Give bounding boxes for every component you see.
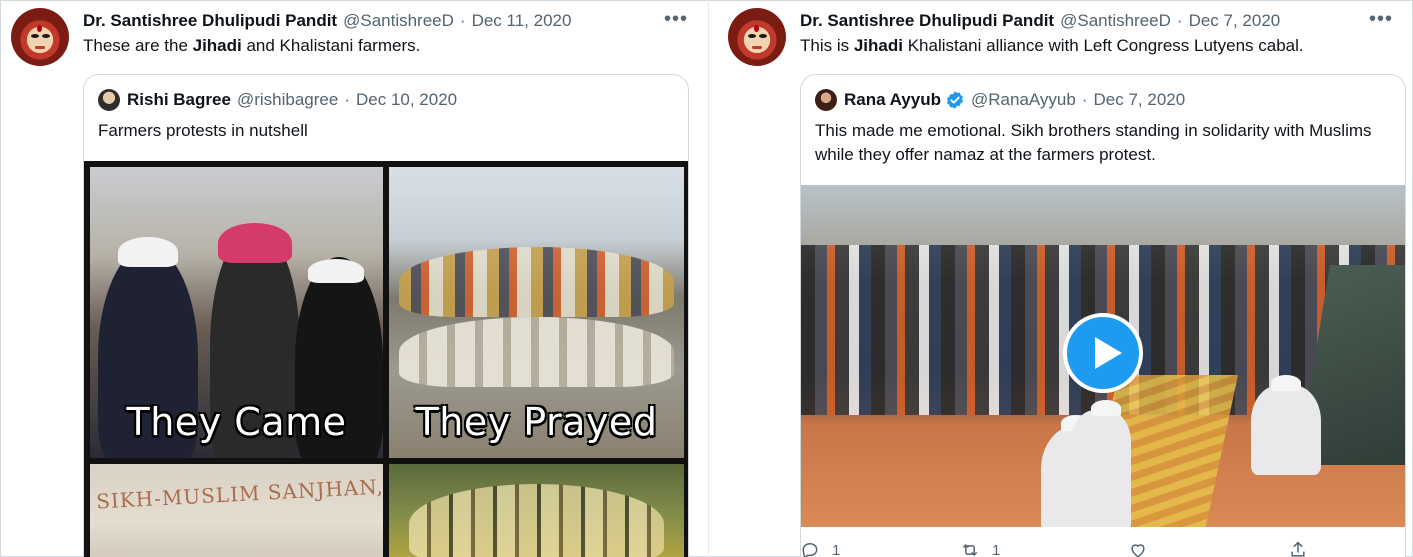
share-button[interactable] <box>1288 540 1308 557</box>
tweet-header: Dr. Santishree Dhulipudi Pandit @Santish… <box>800 8 1393 32</box>
collage-image-they-came[interactable]: They Came <box>90 167 383 458</box>
tweet-text-pre: This is <box>800 36 854 55</box>
praying-person <box>1071 400 1131 490</box>
avatar-eye <box>748 34 756 38</box>
photo-person <box>308 259 364 283</box>
praying-person <box>1251 375 1321 475</box>
photo-person <box>409 484 664 557</box>
quoted-author-name[interactable]: Rana Ayyub <box>844 90 941 110</box>
reply-count: 1 <box>832 541 841 557</box>
avatar-eye <box>759 34 767 38</box>
quoted-author-handle[interactable]: @RanaAyyub <box>971 90 1076 110</box>
tweet-text: This is Jihadi Khalistani alliance with … <box>800 36 1304 56</box>
retweet-button[interactable]: 1 <box>960 540 1000 557</box>
tweet-text-bold: Jihadi <box>192 36 242 55</box>
avatar-mouth <box>752 46 762 49</box>
quoted-author-avatar[interactable] <box>98 89 120 111</box>
tweet-header: Dr. Santishree Dhulipudi Pandit @Santish… <box>83 8 688 32</box>
collage-image-banner[interactable]: SIKH-MUSLIM SANJHAN, <box>90 464 383 557</box>
prayer-cap <box>1091 400 1121 416</box>
like-button[interactable] <box>1128 540 1148 557</box>
quoted-tweet-header: Rishi Bagree @rishibagree · Dec 10, 2020 <box>98 89 457 111</box>
play-triangle <box>1095 337 1122 369</box>
share-icon <box>1291 541 1305 557</box>
collage-caption: They Came <box>126 400 347 444</box>
more-horizontal-icon[interactable]: ••• <box>1369 8 1393 31</box>
quoted-author-avatar[interactable] <box>815 89 837 111</box>
author-handle[interactable]: @SantishreeD <box>343 11 454 31</box>
tweet-actions: 1 1 <box>800 540 1406 557</box>
author-name[interactable]: Dr. Santishree Dhulipudi Pandit <box>83 11 337 31</box>
quoted-tweet-date[interactable]: Dec 10, 2020 <box>356 90 457 110</box>
video-thumbnail[interactable] <box>801 185 1405 527</box>
avatar-bindi <box>37 25 42 32</box>
photo-person <box>118 237 178 267</box>
separator-dot: · <box>459 11 466 30</box>
quoted-tweet-header: Rana Ayyub @RanaAyyub · Dec 7, 2020 <box>815 89 1185 111</box>
retweet-icon <box>962 543 978 557</box>
quoted-author-handle[interactable]: @rishibagree <box>237 90 338 110</box>
separator-dot: · <box>1081 90 1088 109</box>
image-collage[interactable]: They Came They Prayed SIKH-MUSLIM SANJHA… <box>84 161 688 557</box>
quoted-tweet-text: Farmers protests in nutshell <box>98 121 308 140</box>
photo-person <box>218 223 292 263</box>
tweet-date[interactable]: Dec 7, 2020 <box>1189 11 1281 31</box>
quoted-author-name[interactable]: Rishi Bagree <box>127 90 231 110</box>
author-handle[interactable]: @SantishreeD <box>1060 11 1171 31</box>
tweet-text-bold: Jihadi <box>853 36 903 55</box>
reply-icon <box>802 542 818 557</box>
photo-person <box>399 247 674 317</box>
separator-dot: · <box>1176 11 1183 30</box>
tweet-left[interactable]: Dr. Santishree Dhulipudi Pandit @Santish… <box>0 0 708 557</box>
banner-text: SIKH-MUSLIM SANJHAN, <box>95 474 383 514</box>
avatar-eye <box>42 34 50 38</box>
avatar-bindi <box>754 25 759 32</box>
quoted-tweet-text: This made me emotional. Sikh brothers st… <box>815 121 1372 164</box>
retweet-count: 1 <box>992 541 1001 557</box>
play-icon[interactable] <box>1063 313 1143 393</box>
prayer-cap <box>1271 375 1301 391</box>
author-avatar[interactable] <box>728 8 786 66</box>
tweet-right[interactable]: Dr. Santishree Dhulipudi Pandit @Santish… <box>709 0 1413 557</box>
verified-badge-icon <box>947 91 963 109</box>
heart-icon <box>1131 544 1145 557</box>
avatar-mouth <box>35 46 45 49</box>
author-avatar[interactable] <box>11 8 69 66</box>
tweet-text-post: and Khalistani farmers. <box>241 36 421 55</box>
avatar-eye <box>31 34 39 38</box>
collage-image-portraits[interactable] <box>389 464 684 557</box>
quoted-tweet[interactable]: Rishi Bagree @rishibagree · Dec 10, 2020… <box>83 74 689 557</box>
quoted-tweet-date[interactable]: Dec 7, 2020 <box>1094 90 1186 110</box>
tweet-text: These are the Jihadi and Khalistani farm… <box>83 36 420 56</box>
collage-image-they-prayed[interactable]: They Prayed <box>389 167 684 458</box>
collage-caption: They Prayed <box>415 400 658 444</box>
quoted-tweet[interactable]: Rana Ayyub @RanaAyyub · Dec 7, 2020 This… <box>800 74 1406 557</box>
tweet-text-post: Khalistani alliance with Left Congress L… <box>902 36 1304 55</box>
separator-dot: · <box>344 90 350 109</box>
photo-person <box>399 317 674 387</box>
tweet-text-pre: These are the <box>83 36 193 55</box>
more-horizontal-icon[interactable]: ••• <box>664 8 688 31</box>
tweet-date[interactable]: Dec 11, 2020 <box>472 11 572 31</box>
author-name[interactable]: Dr. Santishree Dhulipudi Pandit <box>800 11 1054 31</box>
reply-button[interactable]: 1 <box>800 540 840 557</box>
